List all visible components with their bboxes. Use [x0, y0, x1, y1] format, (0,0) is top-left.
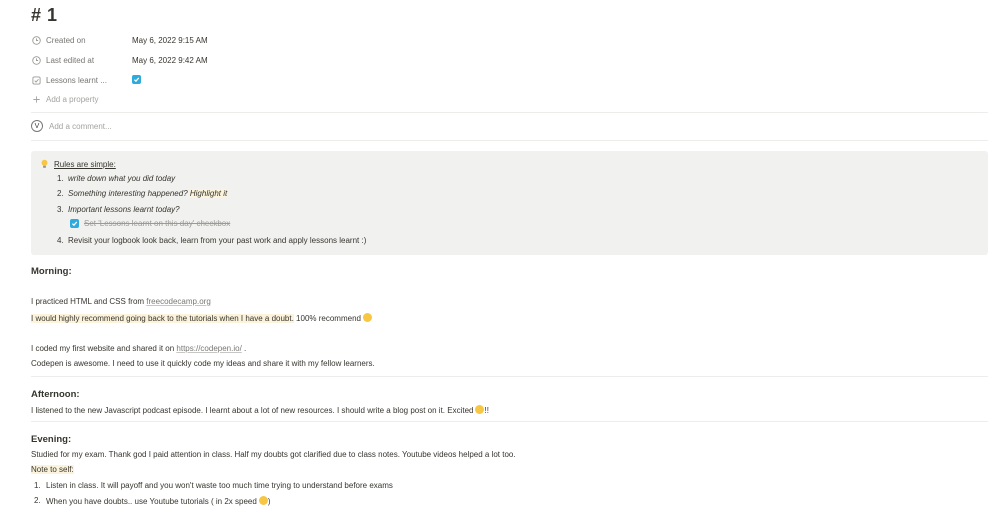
- divider: [31, 140, 988, 141]
- property-label: Lessons learnt ...: [46, 75, 107, 85]
- add-comment[interactable]: V Add a comment...: [31, 120, 112, 132]
- morning-heading[interactable]: Morning:: [31, 266, 72, 277]
- list-item[interactable]: When you have doubts.. use Youtube tutor…: [46, 496, 270, 506]
- list-item-text[interactable]: Important lessons learnt today?: [68, 205, 180, 214]
- list-item-text[interactable]: write down what you did today: [68, 174, 175, 183]
- rules-callout: Rules are simple: 1. write down what you…: [31, 151, 988, 255]
- text: I listened to the new Javascript podcast…: [31, 406, 474, 415]
- property-label: Created on: [46, 35, 86, 45]
- note-to-self[interactable]: Note to self:: [31, 465, 74, 474]
- list-number: 4.: [57, 236, 64, 245]
- highlighted-text: I would highly recommend going back to t…: [31, 314, 294, 323]
- lessons-learnt-checkbox[interactable]: [132, 75, 141, 85]
- evening-paragraph[interactable]: Studied for my exam. Thank god I paid at…: [31, 450, 516, 459]
- plus-icon: [31, 94, 41, 104]
- highlighted-text: Note to self:: [31, 465, 74, 474]
- todo-text: Set 'Lessons learnt on this day' checkbo…: [84, 219, 231, 228]
- list-number: 2.: [57, 189, 64, 198]
- afternoon-heading[interactable]: Afternoon:: [31, 389, 80, 400]
- avatar: V: [31, 120, 43, 132]
- list-number: 1.: [57, 174, 64, 183]
- list-item[interactable]: Something interesting happened? Highligh…: [68, 189, 228, 198]
- grinning-emoji-icon: [362, 313, 372, 322]
- lightbulb-icon: [40, 159, 49, 171]
- list-number: 2.: [34, 496, 41, 505]
- text: !!: [484, 406, 489, 415]
- highlighted-text: Highlight it: [189, 189, 228, 198]
- comment-input[interactable]: Add a comment...: [49, 122, 112, 131]
- property-last-edited[interactable]: Last edited at May 6, 2022 9:42 AM: [31, 53, 208, 67]
- list-item-text[interactable]: Revisit your logbook look back, learn fr…: [68, 236, 366, 245]
- list-item-text: Something interesting happened?: [68, 189, 190, 198]
- text: 100% recommend: [293, 314, 361, 323]
- clock-icon: [31, 35, 41, 45]
- add-property-label: Add a property: [46, 94, 99, 104]
- todo-checkbox[interactable]: [70, 219, 79, 228]
- list-number: 1.: [34, 481, 41, 490]
- text: .: [241, 344, 247, 353]
- text: I practiced HTML and CSS from: [31, 297, 147, 306]
- evening-heading[interactable]: Evening:: [31, 434, 71, 445]
- list-item-text: When you have doubts.. use Youtube tutor…: [46, 497, 257, 506]
- morning-paragraph-2[interactable]: I would highly recommend going back to t…: [31, 313, 372, 323]
- text: I coded my first website and shared it o…: [31, 344, 177, 353]
- morning-paragraph-4[interactable]: Codepen is awesome. I need to use it qui…: [31, 359, 375, 368]
- property-value: May 6, 2022 9:15 AM: [132, 35, 208, 45]
- divider: [31, 376, 988, 377]
- freecodecamp-link[interactable]: freecodecamp.org: [146, 297, 210, 306]
- grinning-emoji-icon: [258, 496, 268, 505]
- morning-paragraph-1[interactable]: I practiced HTML and CSS from freecodeca…: [31, 297, 211, 306]
- callout-heading: Rules are simple:: [54, 160, 116, 169]
- clock-icon: [31, 55, 41, 65]
- text: ): [267, 497, 271, 506]
- property-created-on[interactable]: Created on May 6, 2022 9:15 AM: [31, 33, 208, 47]
- page-title[interactable]: # 1: [31, 5, 58, 26]
- divider: [31, 112, 988, 113]
- list-item-text[interactable]: Listen in class. It will payoff and you …: [46, 481, 393, 490]
- property-label: Last edited at: [46, 55, 95, 65]
- divider: [31, 421, 988, 422]
- afternoon-paragraph[interactable]: I listened to the new Javascript podcast…: [31, 405, 489, 415]
- codepen-link[interactable]: https://codepen.io/: [176, 344, 241, 353]
- list-number: 3.: [57, 205, 64, 214]
- sub-todo[interactable]: Set 'Lessons learnt on this day' checkbo…: [70, 219, 230, 228]
- checkbox-checked-icon: [132, 75, 141, 84]
- property-value: May 6, 2022 9:42 AM: [132, 55, 208, 65]
- property-lessons-learnt[interactable]: Lessons learnt ...: [31, 73, 141, 87]
- morning-paragraph-3[interactable]: I coded my first website and shared it o…: [31, 344, 246, 353]
- checkbox-property-icon: [31, 75, 41, 85]
- add-property-button[interactable]: Add a property: [31, 92, 98, 106]
